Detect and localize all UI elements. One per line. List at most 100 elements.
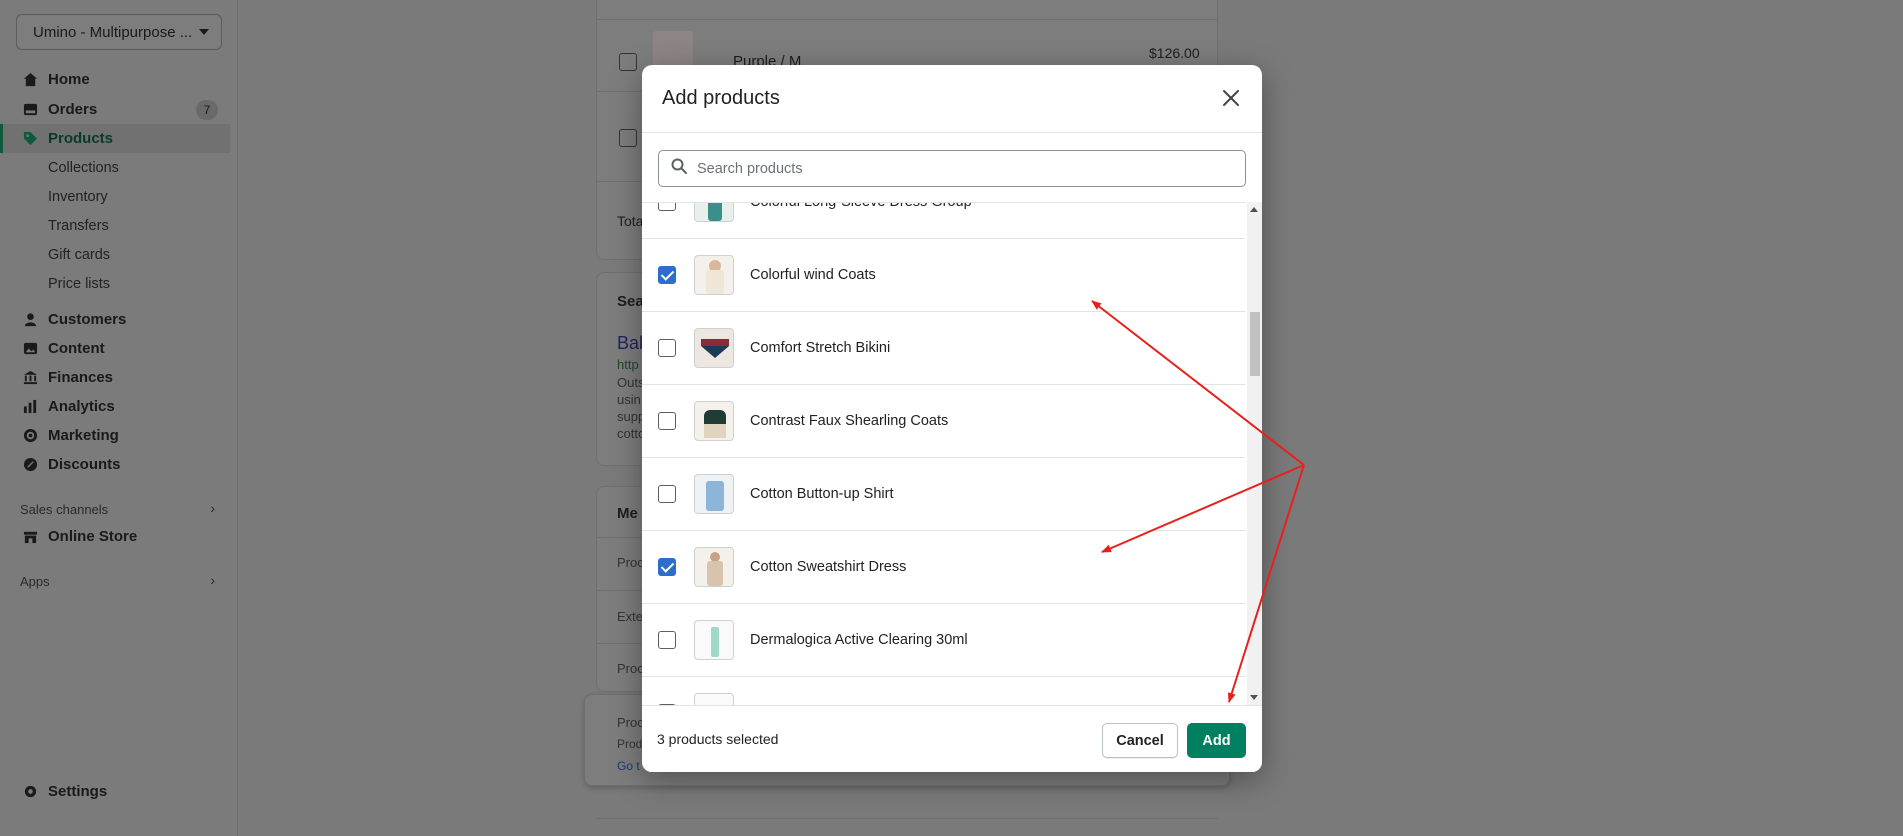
nav-label: Online Store <box>48 528 138 545</box>
scroll-up-arrow-icon[interactable] <box>1250 207 1258 212</box>
bank-icon <box>22 370 38 386</box>
list-item[interactable]: Colorful Long-Sleeve Dress Group <box>642 202 1245 239</box>
metafields-heading: Me <box>617 505 638 522</box>
nav-discounts[interactable]: Discounts <box>0 450 230 479</box>
product-thumbnail <box>694 620 734 660</box>
bar-chart-icon <box>22 399 38 415</box>
scroll-down-arrow-icon[interactable] <box>1250 695 1258 700</box>
nav-online-store[interactable]: Online Store <box>0 522 230 551</box>
banner-title: Proc <box>617 715 644 730</box>
chevron-right-icon[interactable]: › <box>210 572 215 588</box>
product-name: Colorful wind Coats <box>750 267 876 283</box>
divider <box>596 818 1218 819</box>
person-icon <box>22 312 38 328</box>
nav-label: Orders <box>48 101 98 118</box>
nav-label: Content <box>48 340 105 357</box>
apps-label: Apps <box>20 574 50 589</box>
nav-transfers[interactable]: Transfers <box>0 211 230 240</box>
scroll-thumb[interactable] <box>1250 312 1260 376</box>
nav-label: Gift cards <box>48 246 111 263</box>
product-list: Colorful Long-Sleeve Dress Group Colorfu… <box>642 202 1245 768</box>
seo-title: Bal <box>617 333 644 353</box>
search-input[interactable] <box>697 160 1237 177</box>
nav-settings[interactable]: Settings <box>0 777 230 806</box>
product-checkbox[interactable] <box>658 631 676 649</box>
product-checkbox[interactable] <box>658 412 676 430</box>
nav-label: Marketing <box>48 427 119 444</box>
nav-label: Finances <box>48 369 114 386</box>
seo-desc-line: usin <box>617 392 641 407</box>
caret-down-icon <box>199 29 209 35</box>
nav-price-lists[interactable]: Price lists <box>0 269 230 298</box>
product-checkbox[interactable] <box>658 485 676 503</box>
nav-finances[interactable]: Finances <box>0 363 230 392</box>
seo-url: http <box>617 357 639 372</box>
content-icon <box>22 341 38 357</box>
nav-home[interactable]: Home <box>0 65 230 94</box>
list-scrollbar[interactable] <box>1247 202 1262 705</box>
product-thumbnail <box>694 547 734 587</box>
modal-footer: 3 products selected Cancel Add <box>642 705 1262 772</box>
chevron-right-icon[interactable]: › <box>210 500 215 516</box>
discount-icon <box>22 457 38 473</box>
banner-link[interactable]: Go t <box>617 759 640 773</box>
list-item[interactable]: Cotton Sweatshirt Dress <box>642 531 1245 604</box>
variant-checkbox[interactable] <box>619 53 637 71</box>
product-thumbnail <box>694 401 734 441</box>
nav-label: Home <box>48 71 90 88</box>
list-item[interactable]: Contrast Faux Shearling Coats <box>642 385 1245 458</box>
nav-customers[interactable]: Customers <box>0 305 230 334</box>
seo-desc-line: supp <box>617 409 646 424</box>
modal-title: Add products <box>662 87 780 109</box>
nav-label: Analytics <box>48 398 115 415</box>
nav-gift-cards[interactable]: Gift cards <box>0 240 230 269</box>
variant-checkbox[interactable] <box>619 129 637 147</box>
store-selector[interactable]: Umino - Multipurpose ... <box>16 14 222 50</box>
search-field[interactable] <box>658 150 1246 187</box>
product-checkbox[interactable] <box>658 339 676 357</box>
nav-orders[interactable]: Orders 7 <box>0 95 230 124</box>
list-item[interactable]: Dermalogica Active Clearing 30ml <box>642 604 1245 677</box>
nav-marketing[interactable]: Marketing <box>0 421 230 450</box>
nav-collections[interactable]: Collections <box>0 153 230 182</box>
seo-desc-line: Outs <box>617 375 645 390</box>
nav-label: Transfers <box>48 217 109 234</box>
product-thumbnail <box>694 203 734 222</box>
product-name: Contrast Faux Shearling Coats <box>750 413 949 429</box>
product-thumbnail <box>694 328 734 368</box>
seo-desc-line: cotto <box>617 426 646 441</box>
variant-price: $126.00 <box>1149 45 1200 61</box>
product-name: Colorful Long-Sleeve Dress Group <box>750 202 972 210</box>
product-checkbox[interactable] <box>658 266 676 284</box>
nav-label: Discounts <box>48 456 121 473</box>
list-item[interactable]: Colorful wind Coats <box>642 239 1245 312</box>
product-checkbox[interactable] <box>658 558 676 576</box>
nav-analytics[interactable]: Analytics <box>0 392 230 421</box>
list-item[interactable]: Comfort Stretch Bikini <box>642 312 1245 385</box>
nav-products[interactable]: Products <box>0 124 230 153</box>
metafield-row: Exte <box>617 609 644 624</box>
target-icon <box>22 428 38 444</box>
nav-content[interactable]: Content <box>0 334 230 363</box>
nav-label: Customers <box>48 311 127 328</box>
cancel-button[interactable]: Cancel <box>1102 723 1178 758</box>
add-products-modal: Add products Colorful Long-Sleeve Dress … <box>642 65 1262 772</box>
list-item[interactable]: Cotton Button-up Shirt <box>642 458 1245 531</box>
product-thumbnail <box>694 474 734 514</box>
product-name: Comfort Stretch Bikini <box>750 340 891 356</box>
product-name: Cotton Button-up Shirt <box>750 486 894 502</box>
nav-inventory[interactable]: Inventory <box>0 182 230 211</box>
orders-icon <box>22 102 38 118</box>
sales-channels-label: Sales channels <box>20 502 109 517</box>
metafield-row: Proc <box>617 661 644 676</box>
product-name: Dermalogica Active Clearing 30ml <box>750 632 968 648</box>
product-thumbnail <box>694 255 734 295</box>
add-button[interactable]: Add <box>1187 723 1246 758</box>
nav-label: Settings <box>48 783 108 800</box>
selected-count: 3 products selected <box>657 731 779 747</box>
search-icon <box>671 158 687 179</box>
product-checkbox[interactable] <box>658 203 676 211</box>
banner-text: Prod <box>617 737 643 751</box>
product-name: Cotton Sweatshirt Dress <box>750 559 907 575</box>
close-icon[interactable] <box>1220 87 1242 109</box>
